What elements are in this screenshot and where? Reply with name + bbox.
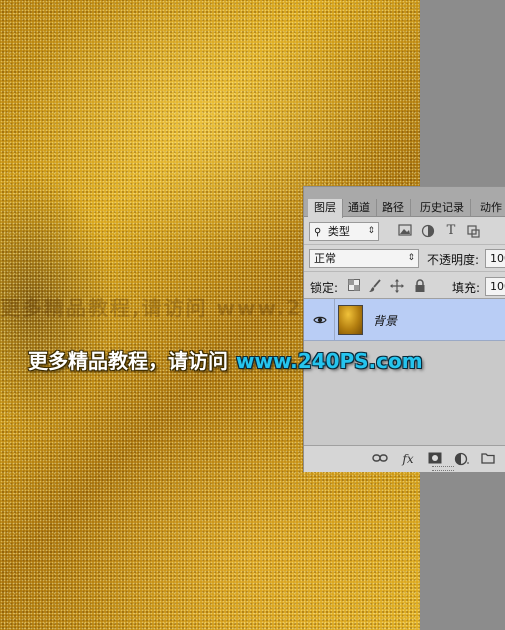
panel-tabs: 图层 通道 路径 历史记录 动作 [304,187,505,218]
opacity-input[interactable]: 100% [485,249,505,268]
filter-row: ⚲ 类型 ⇕ T [304,218,505,245]
lock-all-icon[interactable] [413,279,427,293]
lock-row: 锁定: 填充: 100% [304,273,505,299]
blend-mode-value: 正常 [314,252,336,265]
tab-history[interactable]: 历史记录 [414,199,471,217]
link-icon[interactable] [372,452,388,466]
filter-kind-label: 类型 [327,225,350,238]
tab-paths[interactable]: 路径 [376,199,411,217]
blend-row: 正常 ⇕ 不透明度: 100% [304,245,505,272]
site-watermark: 更多精品教程，请访问 www.240PS.com [28,345,423,375]
adjustment-icon[interactable] [454,452,470,466]
fill-label: 填充: [452,281,481,295]
embossed-watermark-text: 更多精品教程,请访问 www.240PS.com [0,296,300,320]
tab-channels[interactable]: 通道 [342,199,377,217]
type-filter-icon[interactable]: T [444,224,458,238]
fill-input[interactable]: 100% [485,277,505,296]
resize-grip[interactable] [432,466,454,471]
search-icon: ⚲ [314,227,322,238]
layer-name[interactable]: 背景 [373,312,397,329]
lock-transparent-icon[interactable] [347,279,361,293]
shape-filter-icon[interactable] [466,224,480,238]
opacity-label: 不透明度: [427,253,480,267]
lock-label: 锁定: [310,281,339,295]
panel-bottom-bar: fx [304,445,505,472]
updown-arrow-icon: ⇕ [407,253,415,263]
blend-mode-select[interactable]: 正常 ⇕ [309,249,419,268]
tab-layers[interactable]: 图层 [308,199,343,218]
folder-icon[interactable] [480,452,496,466]
adjustment-filter-icon[interactable] [421,224,435,238]
layers-panel: 图层 通道 路径 历史记录 动作 ⚲ 类型 ⇕ T 正常 ⇕ 不透明度: 100… [303,186,505,472]
fx-icon[interactable]: fx [400,452,416,466]
tab-actions[interactable]: 动作 [474,199,505,217]
layer-row-background[interactable]: 背景 [304,299,505,341]
image-filter-icon[interactable] [398,224,412,238]
watermark-url: www.240PS.com [236,349,423,373]
watermark-chinese-text: 更多精品教程，请访问 [28,349,228,373]
lock-paint-icon[interactable] [368,279,382,293]
visibility-divider [334,299,335,341]
filter-kind-select[interactable]: ⚲ 类型 ⇕ [309,222,379,241]
eye-icon[interactable] [313,313,327,327]
updown-arrow-icon: ⇕ [367,226,375,236]
lock-move-icon[interactable] [390,279,404,293]
layer-thumbnail[interactable] [338,305,363,335]
mask-icon[interactable] [427,452,443,466]
